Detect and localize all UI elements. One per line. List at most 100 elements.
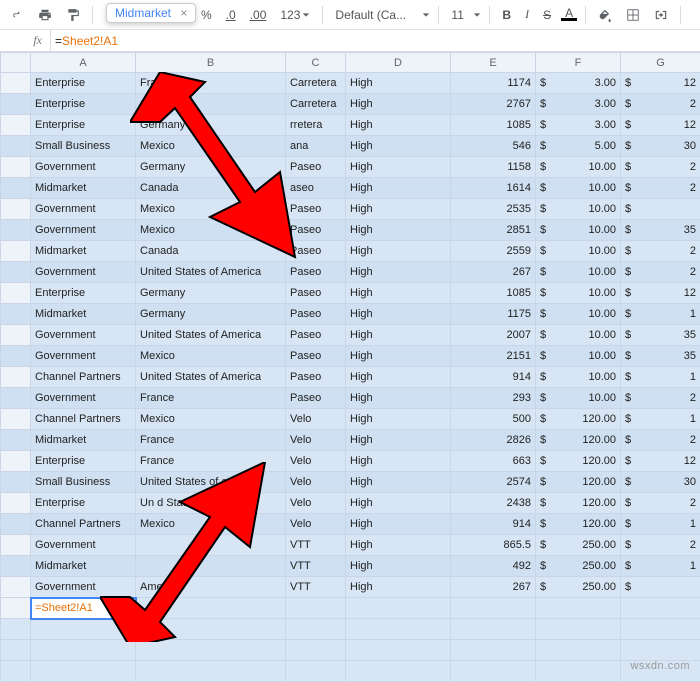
cell[interactable]: $ <box>621 577 700 598</box>
cell[interactable]: Paseo <box>286 367 346 388</box>
cell[interactable]: 500 <box>451 409 536 430</box>
cell[interactable]: $120.00 <box>536 514 621 535</box>
cell[interactable]: $35 <box>621 220 700 241</box>
table-row[interactable]: EnterpriseFranceCarreteraHigh1174$3.00$1… <box>1 73 700 94</box>
cell[interactable]: High <box>346 367 451 388</box>
table-row[interactable]: =Sheet2!A1 <box>1 598 700 619</box>
cell[interactable]: rretera <box>286 115 346 136</box>
cell[interactable]: Mexico <box>136 199 286 220</box>
col-F[interactable]: F <box>536 53 621 73</box>
col-C[interactable]: C <box>286 53 346 73</box>
row-header[interactable] <box>1 304 31 325</box>
cell[interactable]: 2767 <box>451 94 536 115</box>
cell[interactable]: $ <box>621 199 700 220</box>
table-row[interactable]: MidmarketCanadaPaseoHigh2559$10.00$2 <box>1 241 700 262</box>
cell[interactable]: 865.5 <box>451 535 536 556</box>
table-row[interactable]: MidmarketCanadaaseoHigh1614$10.00$2 <box>1 178 700 199</box>
fill-icon[interactable] <box>594 4 616 26</box>
cell[interactable]: Velo <box>286 430 346 451</box>
cell[interactable]: Midmarket <box>31 241 136 262</box>
cell[interactable]: High <box>346 199 451 220</box>
cell[interactable]: Germany <box>136 157 286 178</box>
font-select[interactable]: Default (Ca... <box>331 8 416 22</box>
row-header[interactable] <box>1 388 31 409</box>
cell[interactable]: Velo <box>286 451 346 472</box>
cell[interactable]: $10.00 <box>536 199 621 220</box>
col-D[interactable]: D <box>346 53 451 73</box>
row-header[interactable] <box>1 73 31 94</box>
cell[interactable]: Channel Partners <box>31 409 136 430</box>
spreadsheet-grid[interactable]: A B C D E F G EnterpriseFranceCarreteraH… <box>0 52 700 682</box>
table-row[interactable]: EnterpriseGermanyrreteraHigh1085$3.00$12 <box>1 115 700 136</box>
cell[interactable]: Canada <box>136 178 286 199</box>
cell[interactable]: $35 <box>621 325 700 346</box>
cell[interactable]: High <box>346 514 451 535</box>
col-B[interactable]: B <box>136 53 286 73</box>
cell[interactable]: Enterprise <box>31 283 136 304</box>
cell[interactable]: High <box>346 220 451 241</box>
col-G[interactable]: G <box>621 53 700 73</box>
row-header[interactable] <box>1 493 31 514</box>
cell[interactable]: Enterprise <box>31 73 136 94</box>
cell[interactable]: $120.00 <box>536 493 621 514</box>
cell[interactable]: $2 <box>621 493 700 514</box>
table-row[interactable]: EnterpriseGermanyPaseoHigh1085$10.00$12 <box>1 283 700 304</box>
cell[interactable]: $250.00 <box>536 535 621 556</box>
cell[interactable]: America <box>136 577 286 598</box>
cell[interactable]: $10.00 <box>536 388 621 409</box>
table-row[interactable]: MidmarketFranceVeloHigh2826$120.00$2 <box>1 430 700 451</box>
cell[interactable]: ana <box>286 136 346 157</box>
cell[interactable]: High <box>346 325 451 346</box>
cell[interactable]: High <box>346 556 451 577</box>
table-row[interactable]: GovernmentFrancePaseoHigh293$10.00$2 <box>1 388 700 409</box>
cell[interactable]: United States of America <box>136 262 286 283</box>
cell[interactable]: $1 <box>621 514 700 535</box>
cell[interactable]: $10.00 <box>536 346 621 367</box>
cell[interactable]: 2559 <box>451 241 536 262</box>
cell[interactable]: Midmarket <box>31 178 136 199</box>
table-row[interactable] <box>1 619 700 640</box>
merge-icon[interactable] <box>650 4 672 26</box>
cell[interactable]: $2 <box>621 178 700 199</box>
cell[interactable]: High <box>346 178 451 199</box>
table-row[interactable]: Channel PartnersUnited States of America… <box>1 367 700 388</box>
cell[interactable]: 2826 <box>451 430 536 451</box>
table-row[interactable] <box>1 661 700 682</box>
row-header[interactable] <box>1 472 31 493</box>
cell[interactable]: Government <box>31 325 136 346</box>
table-row[interactable]: EnterpriseUn d StatVeloHigh2438$120.00$2 <box>1 493 700 514</box>
cell[interactable]: High <box>346 388 451 409</box>
redo-icon[interactable] <box>6 4 28 26</box>
table-row[interactable]: Small BusinessUnited States of caVeloHig… <box>1 472 700 493</box>
table-row[interactable]: EnterpriseGermanyCarreteraHigh2767$3.00$… <box>1 94 700 115</box>
row-header[interactable] <box>1 220 31 241</box>
cell[interactable]: $12 <box>621 73 700 94</box>
cell[interactable]: VTT <box>286 535 346 556</box>
cell[interactable]: Government <box>31 535 136 556</box>
cell[interactable]: Small Business <box>31 136 136 157</box>
row-header[interactable] <box>1 241 31 262</box>
percent-format[interactable]: % <box>197 8 216 22</box>
cell[interactable]: 1085 <box>451 115 536 136</box>
table-row[interactable]: Channel PartnersMexicoVeloHigh500$120.00… <box>1 409 700 430</box>
cell[interactable]: United States of ca <box>136 472 286 493</box>
cell[interactable]: Paseo <box>286 220 346 241</box>
cell[interactable]: Paseo <box>286 157 346 178</box>
col-E[interactable]: E <box>451 53 536 73</box>
table-row[interactable]: Channel PartnersMexicoVeloHigh914$120.00… <box>1 514 700 535</box>
cell[interactable]: High <box>346 472 451 493</box>
cell[interactable]: Small Business <box>31 472 136 493</box>
cell[interactable]: $1 <box>621 409 700 430</box>
cell[interactable]: $30 <box>621 136 700 157</box>
cell[interactable]: $30 <box>621 472 700 493</box>
cell[interactable]: $120.00 <box>536 472 621 493</box>
cell[interactable]: Government <box>31 199 136 220</box>
cell[interactable]: High <box>346 136 451 157</box>
cell[interactable]: $12 <box>621 451 700 472</box>
row-header[interactable] <box>1 94 31 115</box>
cell[interactable]: High <box>346 157 451 178</box>
cell[interactable]: $2 <box>621 157 700 178</box>
row-header[interactable] <box>1 136 31 157</box>
row-header[interactable] <box>1 430 31 451</box>
cell[interactable]: aseo <box>286 178 346 199</box>
